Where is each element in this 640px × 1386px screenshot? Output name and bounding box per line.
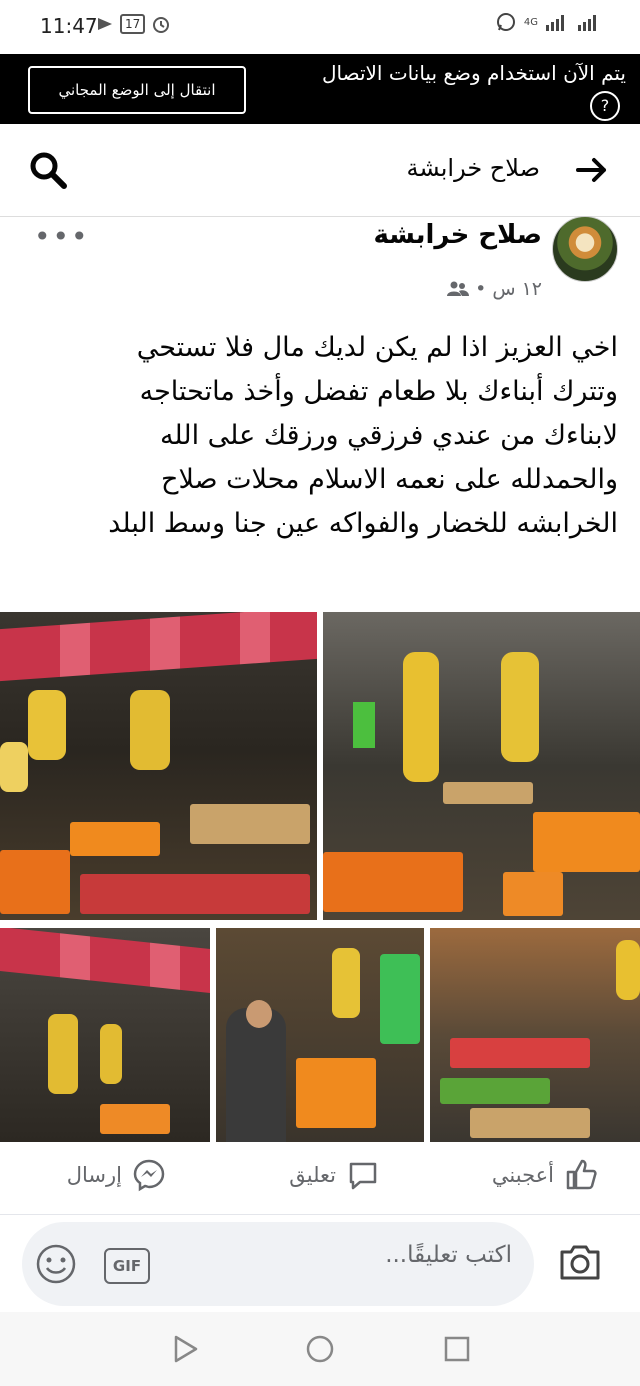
system-nav-bar xyxy=(0,1312,640,1386)
messenger-icon xyxy=(133,1159,165,1192)
status-right-icons: 4G xyxy=(496,12,602,32)
send-label: إرسال xyxy=(66,1163,122,1187)
post-photo[interactable] xyxy=(0,612,317,920)
audience-friends-icon xyxy=(447,281,470,296)
more-options-icon[interactable]: ••• xyxy=(34,220,90,253)
comment-button[interactable]: تعليق xyxy=(289,1158,380,1192)
page-title: صلاح خرابشة xyxy=(406,154,540,182)
post-photo[interactable] xyxy=(323,612,640,920)
battery-icon: 17 xyxy=(120,14,146,34)
network-type: 4G xyxy=(523,16,538,28)
post-author[interactable]: صلاح خرابشة xyxy=(374,220,542,250)
post-actions: أعجبني تعليق إرسال xyxy=(0,1142,640,1215)
comment-label: تعليق xyxy=(289,1163,336,1187)
comment-placeholder: اكتب تعليقًا... xyxy=(385,1242,512,1268)
photo-grid xyxy=(0,612,640,1142)
search-icon[interactable] xyxy=(28,150,68,190)
like-icon xyxy=(566,1159,597,1190)
gif-icon[interactable]: GIF xyxy=(104,1248,150,1284)
post-meta: ١٢ س • xyxy=(447,278,542,300)
nav-home-icon[interactable] xyxy=(305,1334,335,1364)
nav-back-icon[interactable] xyxy=(170,1334,200,1364)
post-photo[interactable] xyxy=(216,928,424,1142)
signal-icon xyxy=(546,15,564,31)
like-button[interactable]: أعجبني xyxy=(492,1158,598,1192)
meta-separator: • xyxy=(475,278,487,300)
like-label: أعجبني xyxy=(491,1163,554,1187)
back-arrow-icon[interactable] xyxy=(574,152,610,188)
help-icon[interactable]: ? xyxy=(590,90,620,121)
clock: 11:47 xyxy=(40,14,98,38)
smiley-icon[interactable] xyxy=(34,1242,78,1286)
send-button[interactable]: إرسال xyxy=(67,1158,166,1192)
whatsapp-icon xyxy=(496,13,515,31)
top-bar: صلاح خرابشة xyxy=(0,124,640,217)
status-left-icons: 17 xyxy=(96,14,171,34)
switch-free-mode-button[interactable]: انتقال إلى الوضع المجاني xyxy=(28,66,246,114)
avatar[interactable] xyxy=(552,216,618,282)
post-photo[interactable] xyxy=(0,928,210,1142)
alarm-icon xyxy=(153,17,170,33)
post-header: صلاح خرابشة ١٢ س • ••• xyxy=(0,216,640,316)
data-mode-message: يتم الآن استخدام وضع بيانات الاتصال ? xyxy=(286,58,626,121)
comment-input[interactable]: اكتب تعليقًا... GIF xyxy=(22,1222,534,1306)
signal-icon-2 xyxy=(578,15,596,31)
camera-icon[interactable] xyxy=(558,1240,602,1284)
comment-icon xyxy=(349,1162,377,1190)
data-mode-banner: يتم الآن استخدام وضع بيانات الاتصال ? ان… xyxy=(0,54,640,124)
status-bar: 11:47 17 4G xyxy=(0,0,640,54)
post-photo[interactable] xyxy=(430,928,640,1142)
post-time[interactable]: ١٢ س xyxy=(492,278,542,300)
nfc-icon xyxy=(98,18,112,30)
post-text: اخي العزيز اذا لم يكن لديك مال فلا تستحي… xyxy=(108,332,618,539)
nav-recents-icon[interactable] xyxy=(442,1334,472,1364)
